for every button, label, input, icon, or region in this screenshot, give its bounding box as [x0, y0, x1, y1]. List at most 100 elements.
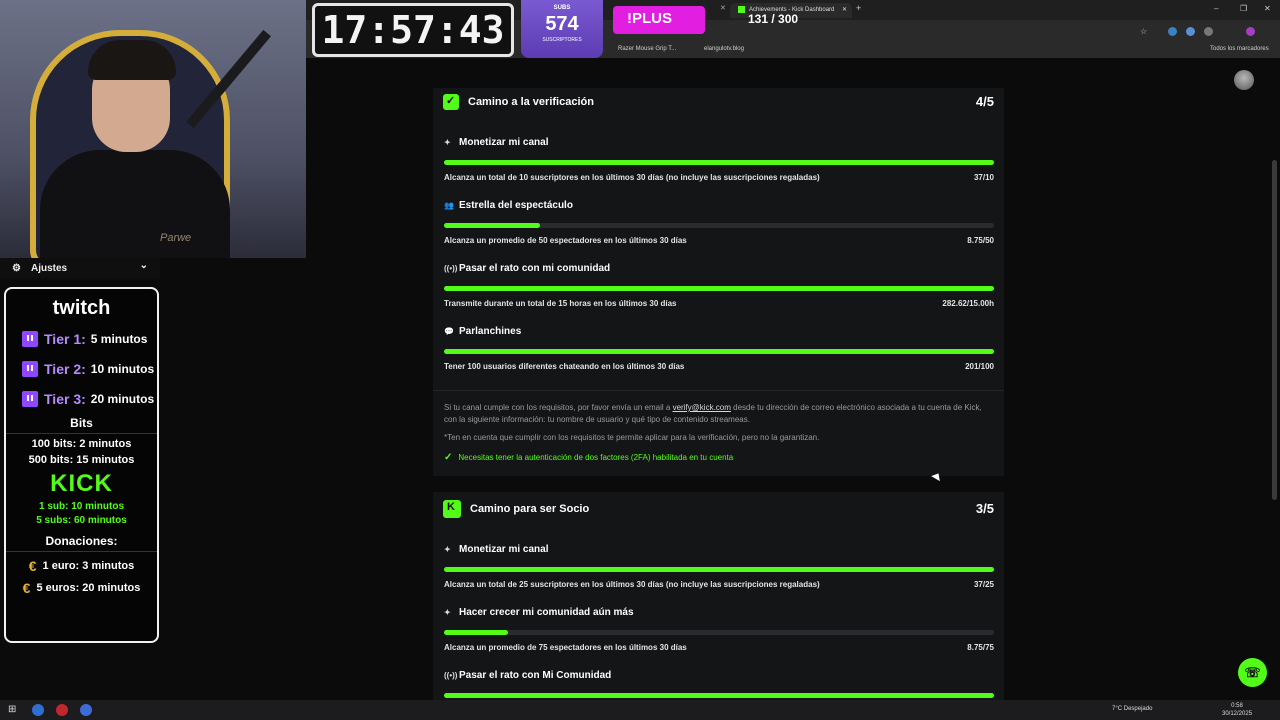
achievement-title: Monetizar mi canal: [459, 137, 549, 148]
tier-value: 20 minutos: [90, 392, 155, 406]
plus-command-banner: !PLUS: [613, 6, 705, 34]
subs-count: 574: [545, 13, 579, 35]
extension-icon[interactable]: [1168, 27, 1177, 36]
tier-value: 5 minutos: [90, 332, 148, 346]
kick-sub-line: 5 subs: 60 minutos: [36, 515, 127, 526]
card-header: Camino a la verificación: [443, 94, 594, 110]
close-tab-icon[interactable]: ✕: [842, 7, 847, 13]
gear-icon: ⚙: [12, 262, 21, 274]
puzzle-icon[interactable]: [1204, 27, 1213, 36]
kick-sub-line: 1 sub: 10 minutos: [38, 501, 124, 512]
sparkle-icon: ✦: [444, 138, 451, 147]
streamer-hair: [88, 40, 176, 80]
tier-label: Tier 1:: [44, 331, 86, 347]
twofa-text: Necesitas tener la autenticación de dos …: [458, 453, 734, 462]
euro-icon: €: [22, 580, 31, 596]
scrollbar[interactable]: [1272, 160, 1277, 500]
achievement-value: 8.75/75: [967, 643, 994, 652]
taskbar: ⊞ 7°C Despejado 0:58 30/12/2025: [0, 700, 1280, 720]
tier-label: Tier 2:: [44, 361, 86, 377]
app-taskbar-icon[interactable]: [56, 704, 68, 716]
divider: [433, 390, 1004, 391]
progress-bar: [444, 286, 994, 291]
system-clock[interactable]: 0:58 30/12/2025: [1222, 702, 1252, 718]
achievement-title: Pasar el rato con Mi Comunidad: [459, 670, 612, 681]
chat-icon: 💬: [444, 327, 454, 336]
progress-fill: [444, 160, 994, 165]
card-header: Camino para ser Socio: [443, 500, 589, 518]
partner-card: Camino para ser Socio 3/5 ✦ Monetizar mi …: [433, 492, 1004, 702]
kick-badge-icon: [443, 500, 461, 518]
achievement-item: 👥 Estrella del espectáculo Alcanza un pro…: [444, 200, 994, 245]
new-tab-button[interactable]: +: [856, 3, 861, 13]
progress-fill: [444, 693, 994, 698]
system-time: 0:58: [1231, 703, 1243, 709]
achievement-value: 8.75/50: [967, 236, 994, 245]
donation-line: €1 euro: 3 minutos: [6, 558, 157, 574]
stream-timer: 17:57:43: [312, 3, 514, 57]
tier-label: Tier 3:: [44, 391, 86, 407]
minimize-button[interactable]: –: [1214, 4, 1218, 13]
broadcast-icon: ((•)): [444, 671, 458, 680]
progress-fill: [444, 223, 541, 228]
star-icon[interactable]: ☆: [1140, 27, 1148, 36]
achievement-value: 37/10: [973, 173, 994, 182]
webcam-watermark: Parwe: [160, 232, 192, 244]
bookmark-all[interactable]: Todos los marcadores: [1210, 46, 1269, 52]
maximize-button[interactable]: ❐: [1240, 4, 1247, 13]
twofa-notice: ✓ Necesitas tener la autenticación de do…: [444, 452, 733, 463]
achievement-desc: Transmite durante un total de 15 horas e…: [444, 299, 677, 308]
bookmark-razer[interactable]: Razer Mouse Grip T...: [618, 46, 676, 52]
streamer-body: [40, 150, 230, 258]
achievement-value: 37/25: [973, 580, 994, 589]
subs-counter: SUBS 574 SUSCRIPTORES: [521, 0, 603, 58]
verified-badge-icon: [443, 94, 459, 110]
kick-favicon-icon: [738, 6, 745, 13]
help-chat-button[interactable]: ☏: [1238, 658, 1267, 687]
close-window-button[interactable]: ✕: [1264, 4, 1271, 13]
progress-fill: [444, 286, 994, 291]
broadcast-icon: ((•)): [444, 264, 458, 273]
verification-info: Si tu canal cumple con los requisitos, p…: [444, 402, 994, 426]
users-icon: 👥: [444, 201, 454, 210]
card-score: 4/5: [975, 94, 994, 109]
progress-fill: [444, 349, 994, 354]
achievement-item: ✦ Monetizar mi canal Alcanza un total de …: [444, 137, 994, 182]
achievement-item: ((•)) Pasar el rato con mi comunidad Tran…: [444, 263, 994, 308]
verify-email-link[interactable]: verify@kick.com: [673, 403, 731, 412]
avatar[interactable]: [1234, 70, 1254, 90]
weather-widget[interactable]: 7°C Despejado: [1112, 706, 1152, 712]
achievement-desc: Alcanza un total de 10 suscriptores en l…: [444, 173, 820, 182]
chrome-taskbar-icon[interactable]: [32, 704, 44, 716]
achievement-desc: Alcanza un promedio de 50 espectadores e…: [444, 236, 687, 245]
progress-bar: [444, 223, 994, 228]
achievement-item: ✦ Monetizar mi canal Alcanza un total de …: [444, 544, 994, 589]
twitch-logo: twitch: [52, 297, 111, 319]
close-tab-icon[interactable]: ✕: [720, 4, 726, 12]
chevron-down-icon[interactable]: ⌄: [140, 260, 148, 271]
achievement-item: ((•)) Pasar el rato con Mi Comunidad: [444, 670, 994, 698]
profile-icon[interactable]: [1246, 27, 1255, 36]
achievement-title: Estrella del espectáculo: [459, 200, 573, 211]
bits-line: 100 bits: 2 minutos: [31, 438, 132, 450]
extension-icon[interactable]: [1186, 27, 1195, 36]
achievement-desc: Alcanza un total de 25 suscriptores en l…: [444, 580, 820, 589]
goal-counter: 131 / 300: [748, 12, 799, 26]
app-taskbar-icon[interactable]: [80, 704, 92, 716]
settings-label: Ajustes: [30, 262, 68, 274]
tier-row: Tier 1: 5 minutos: [6, 328, 157, 350]
verification-card: Camino a la verificación 4/5 ✦ Monetizar …: [433, 88, 1004, 476]
bookmark-elangulotv[interactable]: elangulotv.blog: [704, 46, 744, 52]
sparkle-icon: ✦: [444, 608, 451, 617]
progress-bar: [444, 693, 994, 698]
progress-bar: [444, 630, 994, 635]
settings-bar[interactable]: ⚙ Ajustes ⌄: [0, 258, 160, 278]
webcam-feed: Parwe: [0, 0, 306, 258]
twitch-glitch-icon: [22, 331, 38, 347]
sparkle-icon: ✦: [444, 545, 451, 554]
info-text: Si tu canal cumple con los requisitos, p…: [444, 403, 673, 412]
card-score: 3/5: [975, 501, 994, 516]
windows-start-icon[interactable]: ⊞: [8, 704, 16, 715]
progress-fill: [444, 630, 509, 635]
achievement-title: Hacer crecer mi comunidad aún más: [459, 607, 634, 618]
